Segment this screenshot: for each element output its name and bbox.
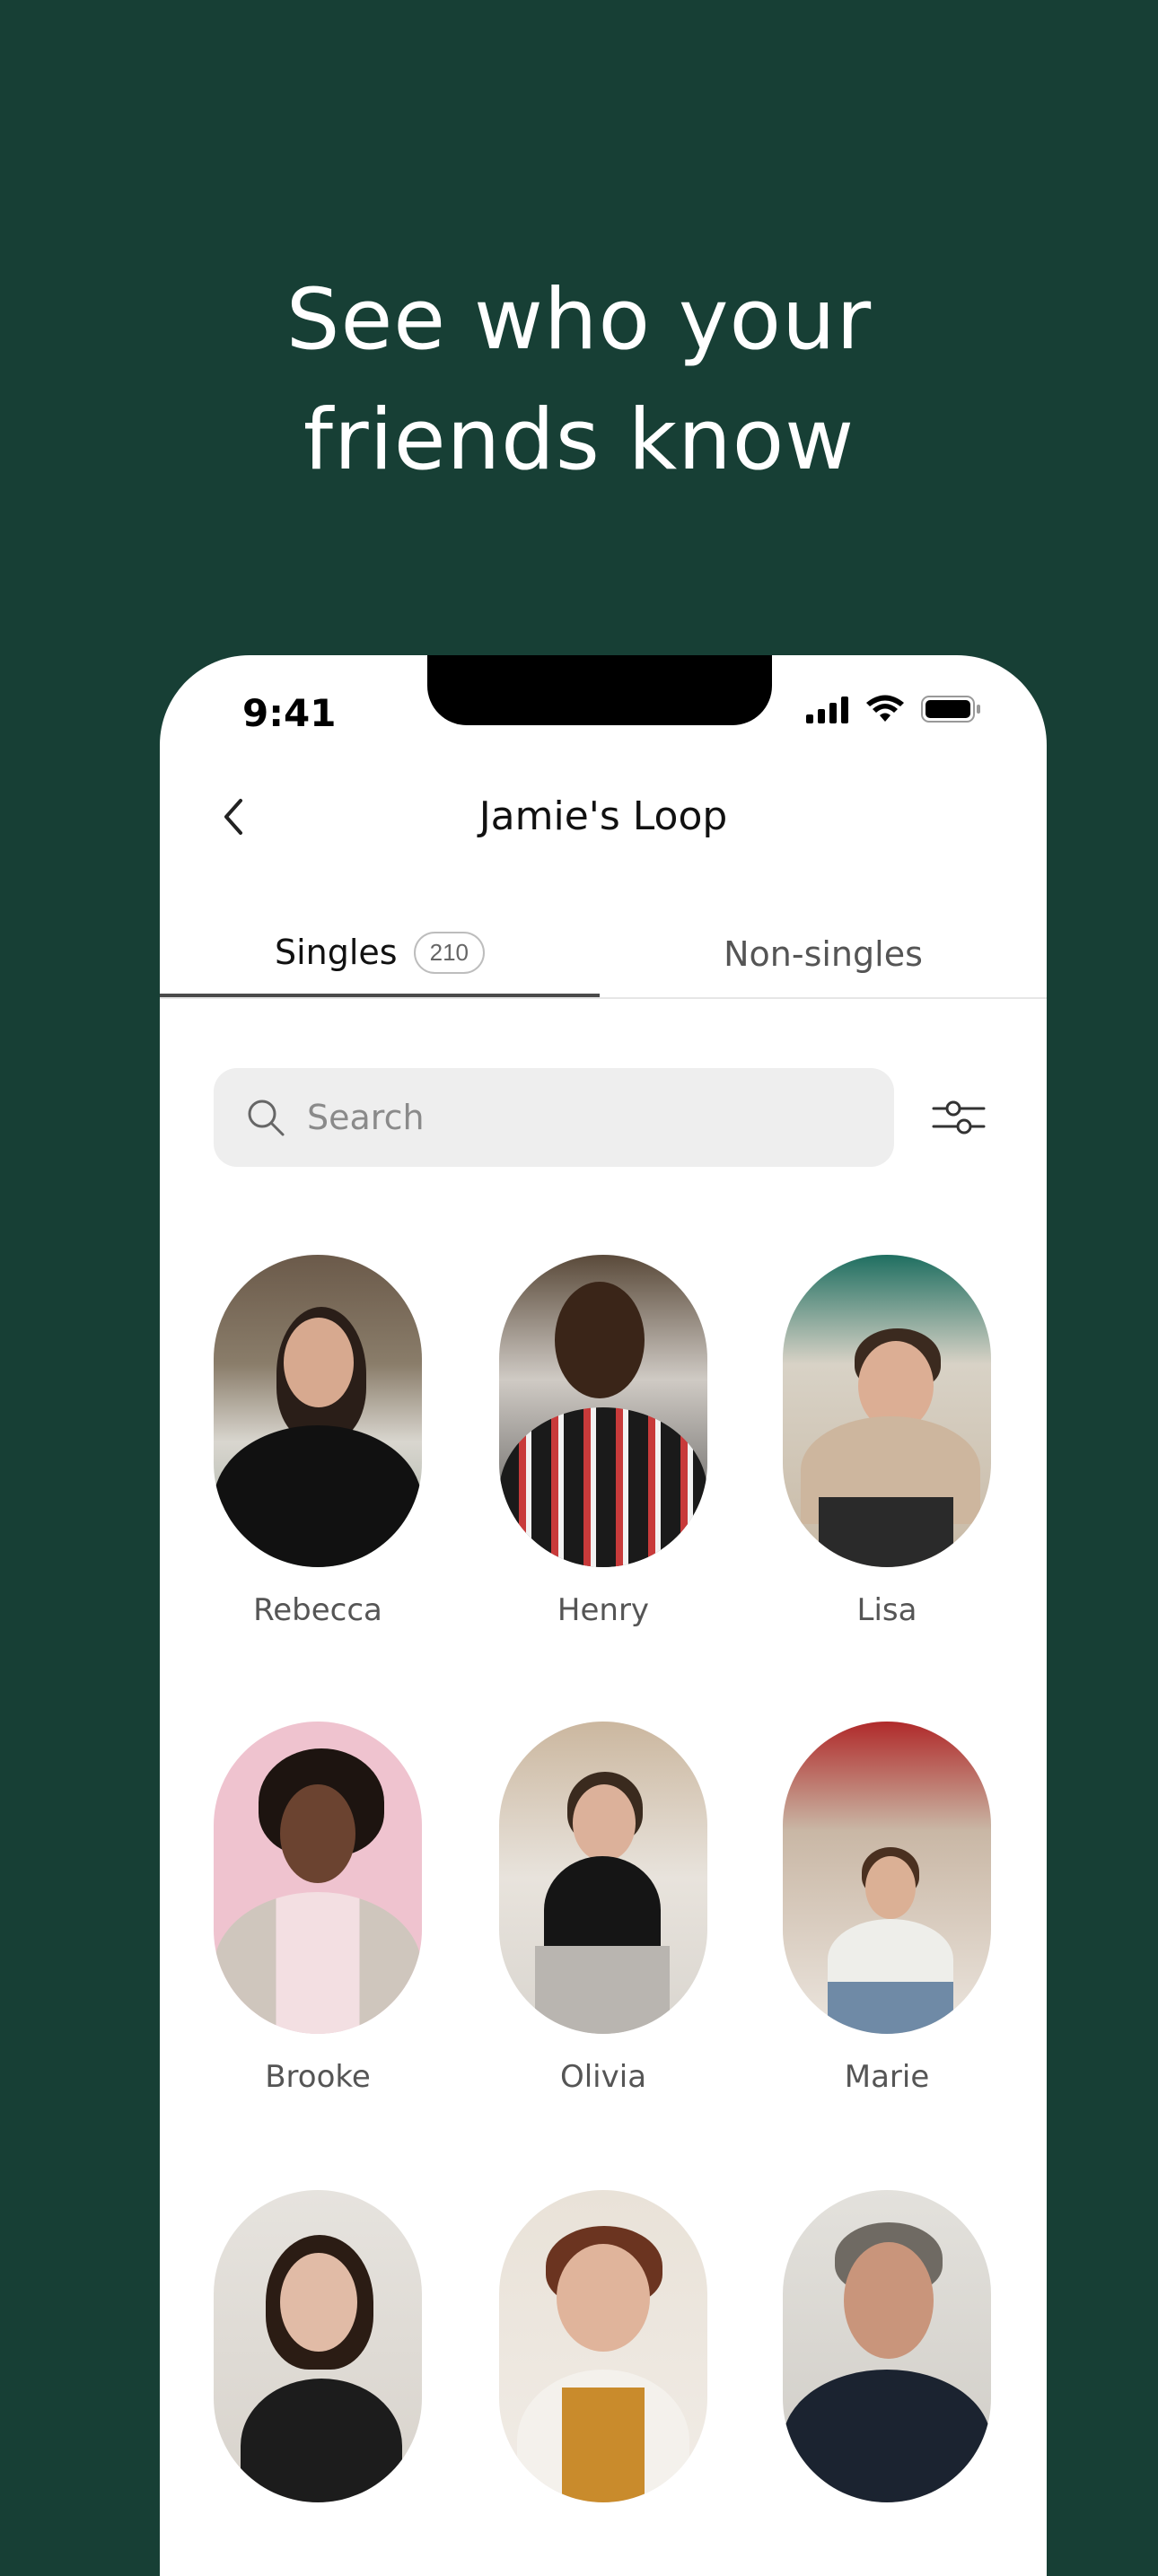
avatar xyxy=(783,2190,991,2502)
person-card[interactable] xyxy=(214,2190,422,2528)
signal-icon xyxy=(806,697,848,723)
sliders-icon xyxy=(932,1100,986,1135)
person-card[interactable]: Lisa xyxy=(783,1255,991,1628)
search-input[interactable] xyxy=(305,1097,865,1138)
status-icons xyxy=(806,695,982,723)
person-card[interactable]: Henry xyxy=(499,1255,707,1628)
tab-non-singles[interactable]: Non-singles xyxy=(600,911,1047,997)
singles-count-badge: 210 xyxy=(413,931,485,974)
headline: See who your friends know xyxy=(0,260,1158,501)
avatar xyxy=(499,1722,707,2034)
avatar xyxy=(783,1722,991,2034)
search-icon xyxy=(248,1100,285,1136)
avatar xyxy=(214,1722,422,2034)
status-time: 9:41 xyxy=(242,691,337,735)
page-title: Jamie's Loop xyxy=(478,793,728,839)
avatar xyxy=(783,1255,991,1567)
headline-line-1: See who your xyxy=(285,271,873,369)
avatar xyxy=(214,1255,422,1567)
headline-line-2: friends know xyxy=(303,391,855,489)
person-name: Brooke xyxy=(265,2059,371,2095)
wifi-icon xyxy=(866,695,904,722)
phone-notch xyxy=(427,655,772,725)
phone-screen: 9:41 Jamie's Loop Singles 210 Non-single… xyxy=(160,655,1047,2576)
battery-icon xyxy=(921,696,980,723)
person-card[interactable]: Rebecca xyxy=(214,1255,422,1628)
search-bar[interactable] xyxy=(214,1068,894,1167)
filter-button[interactable] xyxy=(930,1091,987,1144)
person-card[interactable] xyxy=(499,2190,707,2528)
person-card[interactable]: Olivia xyxy=(499,1722,707,2095)
person-card[interactable] xyxy=(783,2190,991,2528)
tab-bar: Singles 210 Non-singles xyxy=(160,911,1047,999)
person-name: Rebecca xyxy=(253,1592,382,1628)
tab-singles[interactable]: Singles 210 xyxy=(160,911,600,997)
tab-non-singles-label: Non-singles xyxy=(724,934,923,974)
person-name: Henry xyxy=(557,1592,650,1628)
person-name: Marie xyxy=(844,2059,930,2095)
tab-singles-label: Singles xyxy=(274,933,398,972)
person-name: Olivia xyxy=(559,2059,647,2095)
person-name: Lisa xyxy=(856,1592,917,1628)
person-card[interactable]: Brooke xyxy=(214,1722,422,2095)
avatar xyxy=(499,2190,707,2502)
avatar xyxy=(214,2190,422,2502)
avatar xyxy=(499,1255,707,1567)
person-card[interactable]: Marie xyxy=(783,1722,991,2095)
